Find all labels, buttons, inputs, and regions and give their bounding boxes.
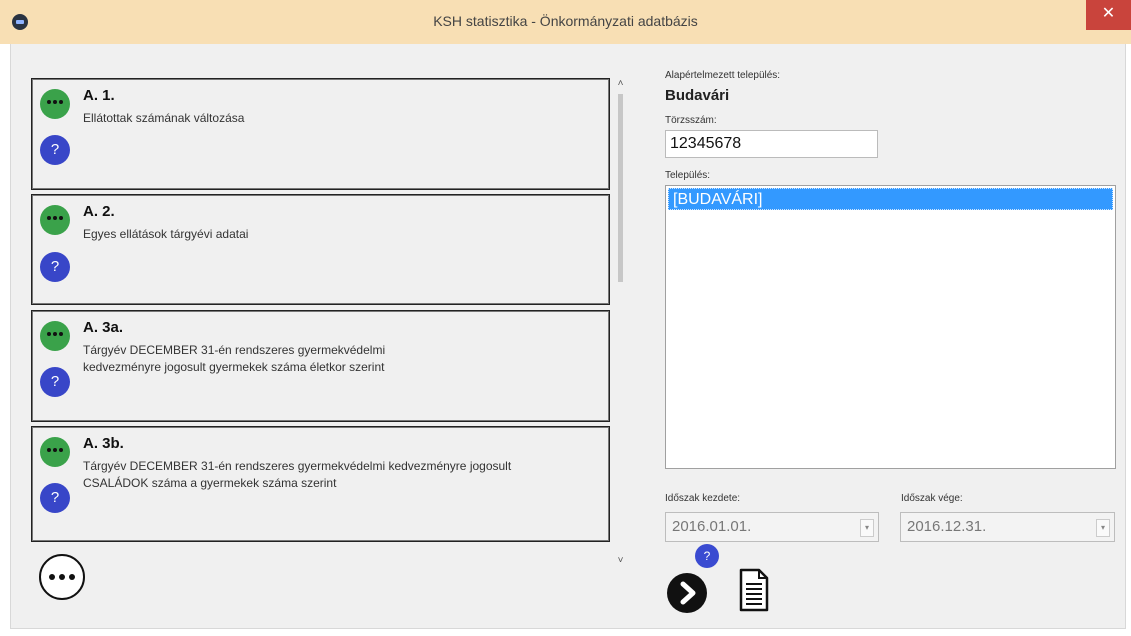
report-card-a3b: ? A. 3b. Tárgyév DECEMBER 31-én rendszer… [31,426,610,542]
period-start-select[interactable]: 2016.01.01. ▾ [665,512,879,542]
open-report-button[interactable] [40,205,70,235]
report-list-scrollbar[interactable]: ˄ ˅ [613,74,628,570]
period-end-label: Időszak vége: [901,493,963,504]
help-icon[interactable]: ? [40,252,70,282]
scroll-up-icon[interactable]: ˄ [613,76,628,91]
settlement-listbox[interactable]: [BUDAVÁRI] [665,185,1116,469]
report-code: A. 1. [83,87,115,104]
report-card-a1: ? A. 1. Ellátottak számának változása [31,78,610,190]
more-icon[interactable] [39,554,85,600]
close-button[interactable]: ✕ [1086,0,1131,30]
help-icon[interactable]: ? [40,135,70,165]
open-report-button[interactable] [40,321,70,351]
settlement-list-item[interactable]: [BUDAVÁRI] [668,188,1113,210]
report-description: Tárgyév DECEMBER 31-én rendszeres gyerme… [83,459,512,490]
report-description: Egyes ellátások tárgyévi adatai [83,227,249,241]
default-muni-value: Budavári [665,87,730,104]
window-title: KSH statisztika - Önkormányzati adatbázi… [433,13,698,29]
tz-input[interactable]: 12345678 [665,130,878,158]
report-code: A. 2. [83,203,115,220]
help-icon[interactable]: ? [40,483,70,513]
period-start-label: Időszak kezdete: [665,493,741,504]
report-code: A. 3a. [83,319,124,336]
period-start-value: 2016.01.01. [672,518,752,535]
report-description: Tárgyév DECEMBER 31-én rendszeres gyerme… [83,343,386,374]
default-muni-label: Alapértelmezett település: [665,70,781,81]
chevron-down-icon[interactable]: ▾ [860,519,874,537]
settlement-label: Település: [665,170,711,181]
period-end-select[interactable]: 2016.12.31. ▾ [900,512,1115,542]
report-code: A. 3b. [83,435,124,452]
title-bar: KSH statisztika - Önkormányzati adatbázi… [0,0,1131,44]
open-report-button[interactable] [40,437,70,467]
help-icon[interactable]: ? [40,367,70,397]
report-card-a3a: ? A. 3a. Tárgyév DECEMBER 31-én rendszer… [31,310,610,422]
period-end-value: 2016.12.31. [907,518,987,535]
document-icon[interactable] [739,568,769,612]
chevron-down-icon[interactable]: ▾ [1096,519,1110,537]
next-arrow-icon[interactable] [667,573,707,613]
main-panel: ? A. 1. Ellátottak számának változása ? … [10,44,1126,629]
tz-label: Törzsszám: [665,115,717,126]
report-description: Ellátottak számának változása [83,111,245,125]
help-icon[interactable]: ? [695,544,719,568]
scroll-down-icon[interactable]: ˅ [613,553,628,568]
scroll-thumb[interactable] [618,94,623,282]
report-card-a2: ? A. 2. Egyes ellátások tárgyévi adatai [31,194,610,305]
open-report-button[interactable] [40,89,70,119]
